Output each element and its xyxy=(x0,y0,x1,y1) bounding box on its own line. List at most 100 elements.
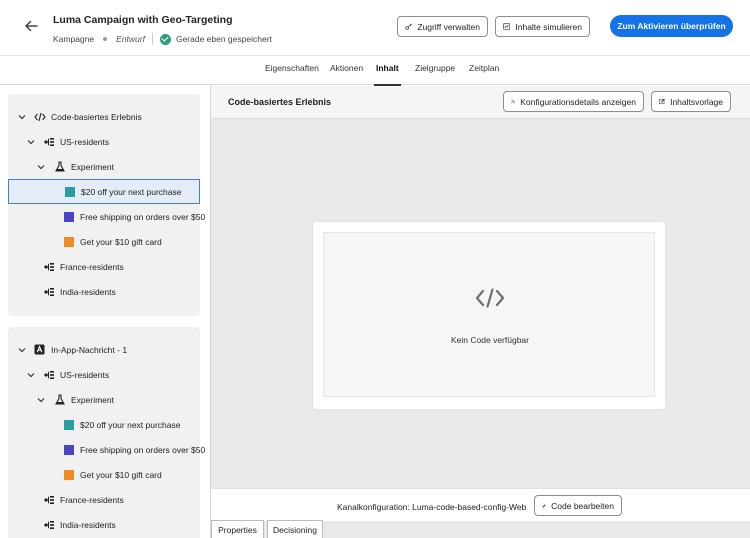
tree-root-label: In-App-Nachricht - 1 xyxy=(51,344,128,355)
tree-item-treatment[interactable]: Get your $10 gift card xyxy=(8,462,200,487)
flask-icon xyxy=(55,161,65,172)
tree-item-india-residents[interactable]: India-residents xyxy=(8,279,200,304)
tree-item-us-residents[interactable]: US-residents xyxy=(8,362,200,387)
header: Luma Campaign with Geo-Targeting Kampagn… xyxy=(0,0,750,55)
tree-item-india-residents[interactable]: India-residents xyxy=(8,512,200,537)
in-app-message-icon xyxy=(34,344,45,355)
simulate-content-label: Inhalte simulieren xyxy=(515,21,582,32)
tree-item-treatment[interactable]: $20 off your next purchase xyxy=(8,412,200,437)
content-tree-panel: Code-basiertes Erlebnis US-residents Exp… xyxy=(0,86,210,538)
tree-item-treatment[interactable]: Free shipping on orders over $50 xyxy=(8,204,205,229)
tree-item-label: $20 off your next purchase xyxy=(80,419,181,430)
tab-properties[interactable]: Eigenschaften xyxy=(265,63,319,73)
treatment-color-swatch xyxy=(64,211,74,222)
branch-icon xyxy=(44,287,54,296)
tree-item-label: Experiment xyxy=(71,394,114,405)
tree-item-label: Get your $10 gift card xyxy=(80,236,162,247)
treatment-color-swatch xyxy=(65,186,75,197)
tab-properties-bottom[interactable]: Properties xyxy=(211,520,264,538)
edit-code-label: Code bearbeiten xyxy=(551,500,614,511)
tab-audience[interactable]: Zielgruppe xyxy=(415,63,455,73)
editor-title: Code-basiertes Erlebnis xyxy=(228,97,332,107)
status-badge: Entwurf xyxy=(116,34,145,44)
tree-item-label: Free shipping on orders over $50 xyxy=(80,211,206,222)
content-template-button[interactable]: Inhaltsvorlage xyxy=(651,91,731,112)
branch-icon xyxy=(44,262,54,271)
tree-card-code-based: Code-basiertes Erlebnis US-residents Exp… xyxy=(8,94,205,316)
tree-item-label: Experiment xyxy=(71,161,114,172)
tab-schedule[interactable]: Zeitplan xyxy=(469,63,499,73)
tree-item-label: US-residents xyxy=(60,136,110,147)
tree-item-treatment[interactable]: Free shipping on orders over $50 xyxy=(8,437,205,462)
chevron-down-icon[interactable] xyxy=(18,113,26,121)
chevron-down-icon[interactable] xyxy=(37,396,45,404)
branch-icon xyxy=(44,137,54,146)
campaign-meta: Kampagne Entwurf Gerade eben gespeichert xyxy=(53,33,272,45)
edit-code-button[interactable]: Code bearbeiten xyxy=(534,495,622,516)
tab-actions[interactable]: Aktionen xyxy=(330,63,363,73)
tree-item-label: $20 off your next purchase xyxy=(81,186,182,197)
chevron-down-icon[interactable] xyxy=(27,138,35,146)
tree-item-us-residents[interactable]: US-residents xyxy=(8,129,200,154)
tree-root-in-app[interactable]: In-App-Nachricht - 1 xyxy=(8,337,200,362)
divider xyxy=(151,33,153,45)
key-icon xyxy=(405,23,412,30)
tree-item-label: India-residents xyxy=(60,519,116,530)
code-icon xyxy=(475,288,505,308)
treatment-color-swatch xyxy=(64,469,74,480)
tree-item-label: France-residents xyxy=(60,494,124,505)
campaign-title: Luma Campaign with Geo-Targeting xyxy=(53,14,233,26)
save-status: Gerade eben gespeichert xyxy=(175,34,272,44)
tree-item-label: Free shipping on orders over $50 xyxy=(80,444,206,455)
empty-state-text: Kein Code verfügbar xyxy=(451,335,529,345)
tree-item-experiment[interactable]: Experiment xyxy=(8,154,200,179)
tree-item-france-residents[interactable]: France-residents xyxy=(8,254,200,279)
user-settings-icon xyxy=(511,99,515,104)
manage-access-label: Zugriff verwalten xyxy=(417,21,480,32)
tree-root-code-based[interactable]: Code-basiertes Erlebnis xyxy=(8,104,200,129)
code-preview-area[interactable]: Kein Code verfügbar xyxy=(323,232,655,397)
treatment-color-swatch xyxy=(64,419,74,430)
status-dot-icon xyxy=(103,37,108,41)
tree-item-treatment[interactable]: Get your $10 gift card xyxy=(8,229,200,254)
editor-panel: Code-basiertes Erlebnis Konfigurationsde… xyxy=(210,86,750,538)
tree-item-label: France-residents xyxy=(60,261,124,272)
treatment-color-swatch xyxy=(64,236,74,247)
simulate-icon xyxy=(503,23,511,30)
tree-item-france-residents[interactable]: France-residents xyxy=(8,487,200,512)
check-circle-icon xyxy=(159,33,171,45)
chevron-down-icon[interactable] xyxy=(37,163,45,171)
campaign-type: Kampagne xyxy=(53,34,95,44)
editor-footer: Kanalkonfiguration: Luma-code-based-conf… xyxy=(211,488,750,521)
branch-icon xyxy=(44,520,54,529)
chevron-down-icon[interactable] xyxy=(27,371,35,379)
show-config-details-label: Konfigurationsdetails anzeigen xyxy=(520,96,636,107)
tab-content[interactable]: Inhalt xyxy=(374,63,401,86)
manage-access-button[interactable]: Zugriff verwalten xyxy=(397,16,488,37)
chevron-down-icon[interactable] xyxy=(18,346,26,354)
tree-card-in-app: In-App-Nachricht - 1 US-residents Experi… xyxy=(8,327,205,538)
branch-icon xyxy=(44,370,54,379)
content-template-label: Inhaltsvorlage xyxy=(670,96,723,107)
treatment-color-swatch xyxy=(64,444,74,455)
back-arrow-icon[interactable] xyxy=(23,18,39,34)
pencil-icon xyxy=(542,503,546,508)
tab-decisioning[interactable]: Decisioning xyxy=(267,520,323,538)
simulate-content-button[interactable]: Inhalte simulieren xyxy=(495,16,590,37)
tree-item-experiment[interactable]: Experiment xyxy=(8,387,200,412)
code-icon xyxy=(34,112,46,121)
tab-bar: Eigenschaften Aktionen Inhalt Zielgruppe… xyxy=(0,55,750,86)
show-config-details-button[interactable]: Konfigurationsdetails anzeigen xyxy=(503,91,644,112)
flask-icon xyxy=(55,394,65,405)
tree-item-label: Get your $10 gift card xyxy=(80,469,162,480)
branch-icon xyxy=(44,495,54,504)
tree-item-treatment-selected[interactable]: $20 off your next purchase xyxy=(8,179,200,204)
channel-config-label: Kanalkonfiguration: Luma-code-based-conf… xyxy=(337,502,527,512)
tree-root-label: Code-basiertes Erlebnis xyxy=(51,111,142,122)
tree-item-label: India-residents xyxy=(60,286,116,297)
review-to-activate-button[interactable]: Zum Aktivieren überprüfen xyxy=(610,15,733,37)
edit-template-icon xyxy=(659,98,665,105)
tree-item-label: US-residents xyxy=(60,369,110,380)
editor-header: Code-basiertes Erlebnis Konfigurationsde… xyxy=(211,86,750,119)
code-preview-card: Kein Code verfügbar xyxy=(313,222,665,409)
